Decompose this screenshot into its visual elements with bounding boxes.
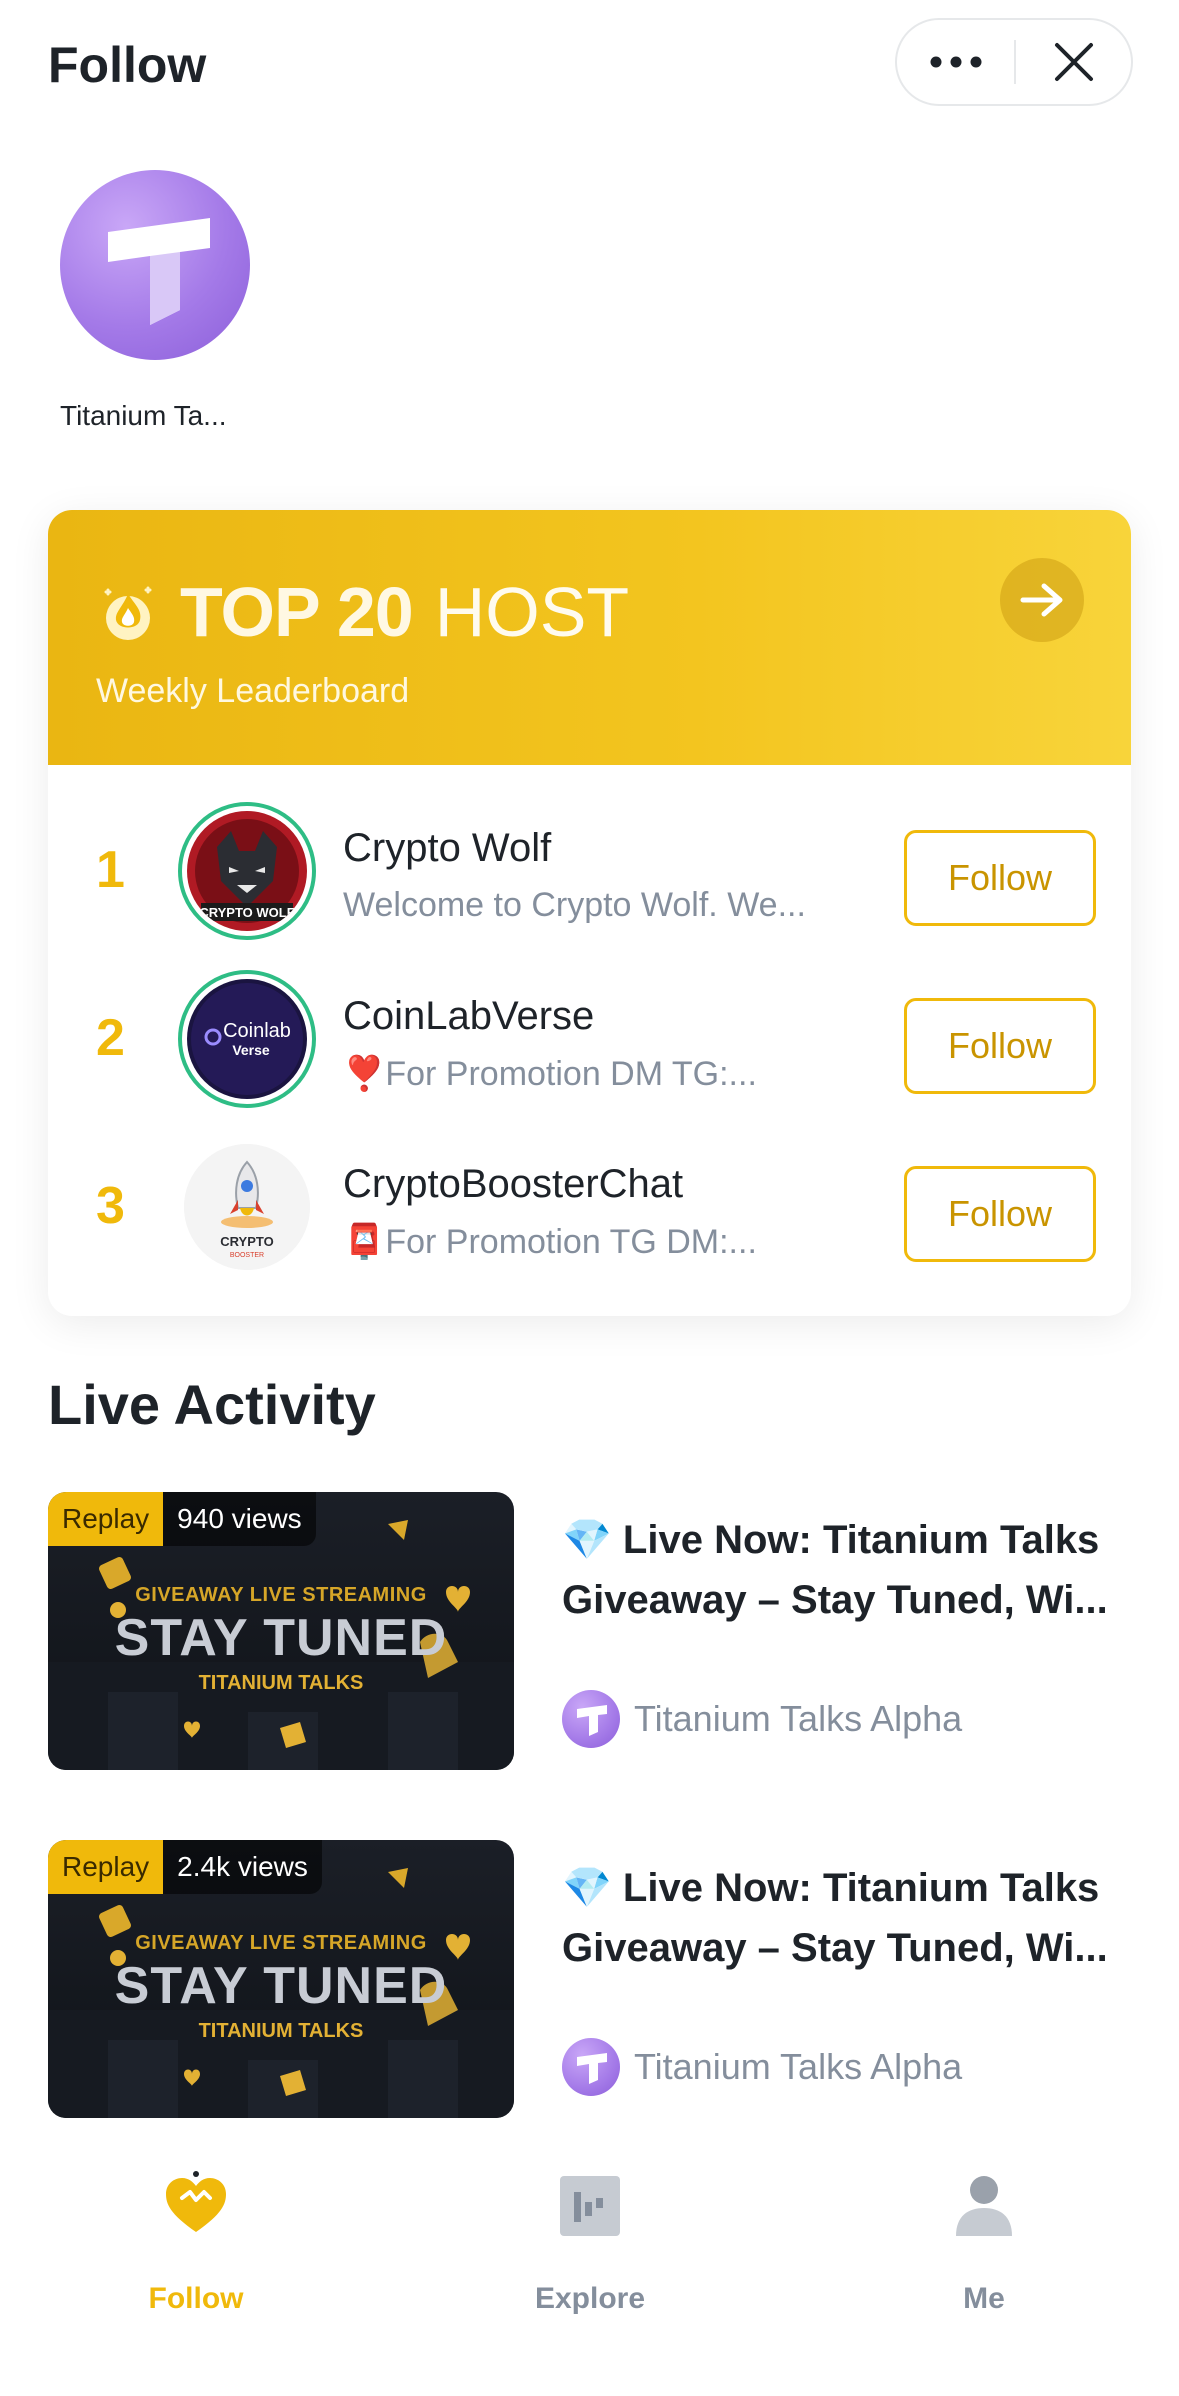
activity-title-line1: 💎 Live Now: Titanium Talks bbox=[562, 1518, 1100, 1562]
replay-thumbnail[interactable]: GIVEAWAY LIVE STREAMING STAY TUNED TITAN… bbox=[48, 1492, 514, 1770]
tab-follow-label: Follow bbox=[148, 2282, 244, 2315]
host-description: ❣️For Promotion DM TG:... bbox=[343, 1055, 757, 1093]
replay-thumbnail[interactable]: GIVEAWAY LIVE STREAMING STAY TUNED TITAN… bbox=[48, 1840, 514, 2118]
thumbnail-brand: TITANIUM TALKS bbox=[198, 2020, 364, 2042]
activity-title-line2: Giveaway – Stay Tuned, Wi... bbox=[562, 1578, 1108, 1622]
tab-me[interactable]: Me bbox=[864, 2170, 1104, 2320]
live-activity-item[interactable]: GIVEAWAY LIVE STREAMING STAY TUNED TITAN… bbox=[48, 1840, 1131, 2118]
svg-text:CRYPTO: CRYPTO bbox=[220, 1234, 273, 1249]
replay-badge: Replay bbox=[48, 1840, 164, 1894]
leaderboard-row[interactable]: 2 Coinlab Verse CoinLabVerse ❣️For Promo… bbox=[48, 956, 1131, 1124]
top-bar: Follow bbox=[0, 0, 1179, 130]
replay-badge: Replay bbox=[48, 1492, 164, 1546]
rank-number: 3 bbox=[96, 1177, 125, 1235]
tab-explore-label: Explore bbox=[534, 2282, 646, 2315]
followed-host-name: Titanium Ta... bbox=[60, 400, 227, 431]
thumbnail-caption: GIVEAWAY LIVE STREAMING bbox=[135, 1932, 427, 1954]
leaderboard-banner[interactable]: TOP 20 HOST Weekly Leaderboard bbox=[48, 510, 1131, 765]
activity-title[interactable]: 💎 Live Now: Titanium Talks Giveaway – St… bbox=[562, 1510, 1132, 1630]
close-icon[interactable] bbox=[1017, 20, 1131, 104]
tab-follow[interactable]: Follow bbox=[76, 2170, 316, 2320]
thumbnail-badges: Replay 2.4k views bbox=[48, 1840, 322, 1894]
person-icon bbox=[956, 2176, 1012, 2236]
activity-author[interactable]: Titanium Talks Alpha bbox=[562, 1690, 962, 1748]
leaderboard-title: TOP 20 HOST bbox=[96, 572, 629, 652]
crypto-wolf-avatar[interactable]: CRYPTO WOLF bbox=[178, 802, 316, 940]
host-name: CoinLabVerse bbox=[343, 994, 595, 1038]
live-activity-item[interactable]: GIVEAWAY LIVE STREAMING STAY TUNED TITAN… bbox=[48, 1492, 1131, 1770]
leaderboard-title-top: TOP 20 bbox=[180, 573, 414, 651]
follow-button[interactable]: Follow bbox=[904, 998, 1096, 1094]
rank-number: 2 bbox=[96, 1009, 125, 1067]
host-name: CryptoBoosterChat bbox=[343, 1162, 684, 1206]
titanium-talks-avatar[interactable] bbox=[60, 170, 250, 360]
leaderboard-title-host: HOST bbox=[434, 573, 630, 651]
activity-author[interactable]: Titanium Talks Alpha bbox=[562, 2038, 962, 2096]
page-title: Follow bbox=[48, 37, 207, 93]
activity-title[interactable]: 💎 Live Now: Titanium Talks Giveaway – St… bbox=[562, 1858, 1132, 1978]
coinlabverse-avatar[interactable]: Coinlab Verse bbox=[178, 970, 316, 1108]
thumbnail-brand: TITANIUM TALKS bbox=[198, 1672, 364, 1694]
view-count: 2.4k views bbox=[163, 1840, 322, 1894]
cryptobooster-avatar[interactable]: CRYPTO BOOSTER bbox=[184, 1144, 310, 1270]
activity-title-line1: 💎 Live Now: Titanium Talks bbox=[562, 1866, 1100, 1910]
leaderboard-row[interactable]: 1 CRYPTO WOLF Crypto Wolf Welcome to Cry… bbox=[48, 788, 1131, 956]
explore-icon bbox=[560, 2176, 620, 2236]
thumbnail-caption: GIVEAWAY LIVE STREAMING bbox=[135, 1584, 427, 1606]
follow-button[interactable]: Follow bbox=[904, 830, 1096, 926]
leaderboard-row[interactable]: 3 CRYPTO BOOSTER CryptoBoosterChat 📮For … bbox=[48, 1124, 1131, 1292]
bottom-tab-bar: Follow Explore Me bbox=[0, 2140, 1179, 2396]
view-count: 940 views bbox=[163, 1492, 316, 1546]
activity-title-line2: Giveaway – Stay Tuned, Wi... bbox=[562, 1926, 1108, 1970]
svg-text:BOOSTER: BOOSTER bbox=[230, 1252, 264, 1259]
rank-number: 1 bbox=[96, 841, 125, 899]
heart-icon bbox=[166, 2171, 226, 2232]
author-avatar bbox=[562, 1690, 620, 1748]
host-description: 📮For Promotion TG DM:... bbox=[343, 1223, 757, 1261]
host-name: Crypto Wolf bbox=[343, 826, 552, 870]
tab-explore[interactable]: Explore bbox=[470, 2170, 710, 2320]
tab-me-label: Me bbox=[963, 2282, 1005, 2315]
arrow-right-icon[interactable] bbox=[1000, 558, 1084, 642]
capsule-divider bbox=[1014, 40, 1016, 84]
author-name: Titanium Talks Alpha bbox=[634, 2046, 963, 2087]
more-dots-icon[interactable] bbox=[897, 20, 1015, 104]
thumbnail-headline: STAY TUNED bbox=[114, 1609, 448, 1667]
leaderboard-subtitle: Weekly Leaderboard bbox=[96, 672, 410, 710]
thumbnail-badges: Replay 940 views bbox=[48, 1492, 316, 1546]
svg-text:Verse: Verse bbox=[232, 1042, 270, 1058]
follow-button[interactable]: Follow bbox=[904, 1166, 1096, 1262]
host-description: Welcome to Crypto Wolf. We... bbox=[343, 886, 806, 924]
top-host-leaderboard: TOP 20 HOST Weekly Leaderboard 1 CRYPTO … bbox=[48, 510, 1131, 1316]
author-name: Titanium Talks Alpha bbox=[634, 1698, 963, 1739]
mini-program-capsule bbox=[895, 18, 1133, 106]
svg-text:Coinlab: Coinlab bbox=[223, 1020, 291, 1042]
thumbnail-headline: STAY TUNED bbox=[114, 1957, 448, 2015]
live-activity-title: Live Activity bbox=[48, 1373, 376, 1436]
svg-text:CRYPTO WOLF: CRYPTO WOLF bbox=[199, 905, 294, 920]
fire-icon bbox=[104, 586, 152, 640]
author-avatar bbox=[562, 2038, 620, 2096]
